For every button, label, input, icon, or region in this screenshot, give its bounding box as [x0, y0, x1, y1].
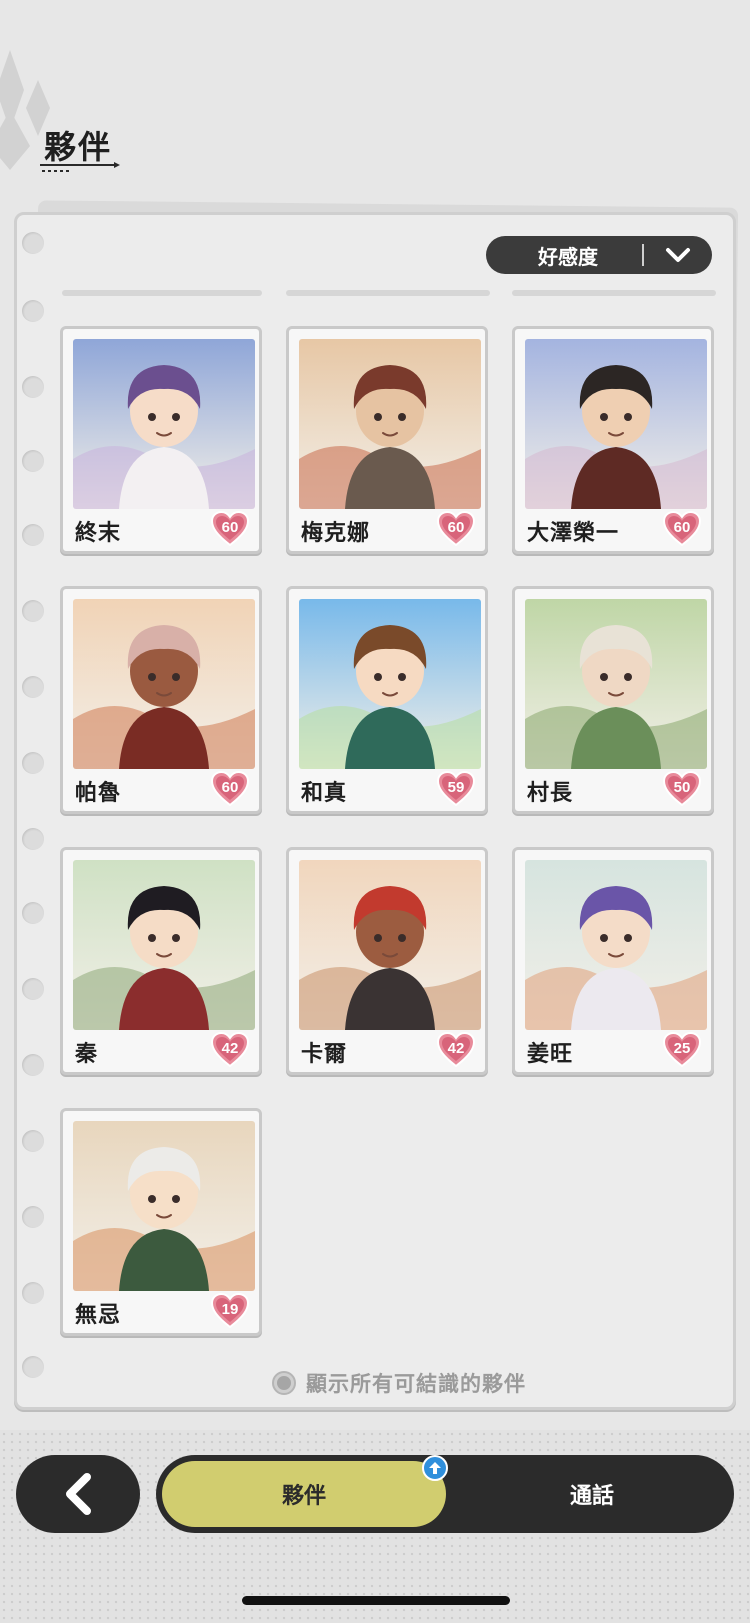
partner-card[interactable]: 梅克娜 60	[286, 326, 488, 554]
binder-hole	[22, 450, 44, 472]
binder-hole	[22, 978, 44, 1000]
heart-icon: 59	[436, 770, 476, 807]
affinity-value: 60	[673, 519, 691, 536]
partner-name: 帕魯	[75, 780, 122, 805]
affinity-value: 60	[447, 519, 465, 536]
binder-hole	[22, 232, 44, 254]
affinity-value: 50	[673, 779, 691, 796]
radio-button[interactable]	[272, 1371, 296, 1395]
scroll-edge	[62, 290, 262, 296]
partner-card[interactable]: 大澤榮一 60	[512, 326, 714, 554]
partner-portrait	[525, 599, 707, 769]
partner-card[interactable]: 秦 42	[60, 847, 262, 1075]
partner-name: 終末	[75, 520, 122, 545]
show-all-toggle[interactable]: 顯示所有可結識的夥伴	[272, 1368, 526, 1398]
binder-hole	[22, 376, 44, 398]
partner-name: 姜旺	[527, 1041, 574, 1066]
heart-icon: 60	[662, 510, 702, 547]
binder-hole	[22, 676, 44, 698]
partner-portrait	[73, 339, 255, 509]
partner-name: 秦	[75, 1041, 99, 1066]
partner-name: 卡爾	[301, 1041, 348, 1066]
binder-hole	[22, 1282, 44, 1304]
binder-hole	[22, 300, 44, 322]
partner-card[interactable]: 姜旺 25	[512, 847, 714, 1075]
scroll-edge	[286, 290, 490, 296]
partner-card[interactable]: 無忌 19	[60, 1108, 262, 1336]
partner-portrait	[299, 860, 481, 1030]
partner-name: 梅克娜	[301, 520, 371, 545]
affinity-value: 19	[221, 1301, 239, 1318]
partner-card[interactable]: 卡爾 42	[286, 847, 488, 1075]
affinity-value: 60	[221, 779, 239, 796]
partner-portrait	[299, 599, 481, 769]
page-title: 夥伴	[44, 129, 113, 165]
partner-portrait	[73, 1121, 255, 1291]
binder-hole	[22, 524, 44, 546]
partner-name: 村長	[527, 780, 574, 805]
heart-icon: 60	[436, 510, 476, 547]
tab-partners[interactable]: 夥伴	[162, 1461, 446, 1527]
partner-name: 和真	[301, 780, 348, 805]
title-underline	[40, 162, 122, 172]
back-button[interactable]	[16, 1455, 140, 1533]
show-all-label: 顯示所有可結識的夥伴	[306, 1373, 526, 1396]
sort-dropdown[interactable]: 好感度	[486, 236, 712, 274]
heart-icon: 19	[210, 1292, 250, 1329]
partner-name: 大澤榮一	[527, 520, 620, 545]
heart-icon: 60	[210, 770, 250, 807]
heart-icon: 42	[210, 1031, 250, 1068]
partner-card[interactable]: 和真 59	[286, 586, 488, 814]
heart-icon: 42	[436, 1031, 476, 1068]
binder-hole	[22, 1206, 44, 1228]
binder-hole	[22, 752, 44, 774]
partner-portrait	[525, 860, 707, 1030]
partner-portrait	[73, 860, 255, 1030]
partner-card[interactable]: 村長 50	[512, 586, 714, 814]
chevron-down-icon	[644, 247, 712, 263]
partner-card[interactable]: 終末 60	[60, 326, 262, 554]
affinity-value: 59	[447, 779, 465, 796]
binder-hole	[22, 600, 44, 622]
heart-icon: 60	[210, 510, 250, 547]
tab-calls[interactable]: 通話	[456, 1461, 728, 1527]
binder-hole	[22, 1356, 44, 1378]
bottom-tab-bar: 夥伴 通話	[156, 1455, 734, 1533]
binder-hole	[22, 902, 44, 924]
heart-icon: 25	[662, 1031, 702, 1068]
sort-label: 好感度	[538, 246, 598, 269]
chevron-left-icon	[66, 1473, 91, 1515]
partner-name: 無忌	[75, 1302, 122, 1327]
binder-hole	[22, 1130, 44, 1152]
affinity-value: 42	[447, 1040, 465, 1057]
binder-hole	[22, 1054, 44, 1076]
partner-portrait	[73, 599, 255, 769]
heart-icon: 50	[662, 770, 702, 807]
home-indicator	[242, 1596, 510, 1605]
affinity-value: 25	[673, 1040, 691, 1057]
partner-portrait	[299, 339, 481, 509]
partner-portrait	[525, 339, 707, 509]
partner-card[interactable]: 帕魯 60	[60, 586, 262, 814]
upgrade-arrow-icon	[422, 1455, 448, 1481]
scroll-edge	[512, 290, 716, 296]
affinity-value: 42	[221, 1040, 239, 1057]
affinity-value: 60	[221, 519, 239, 536]
binder-hole	[22, 828, 44, 850]
